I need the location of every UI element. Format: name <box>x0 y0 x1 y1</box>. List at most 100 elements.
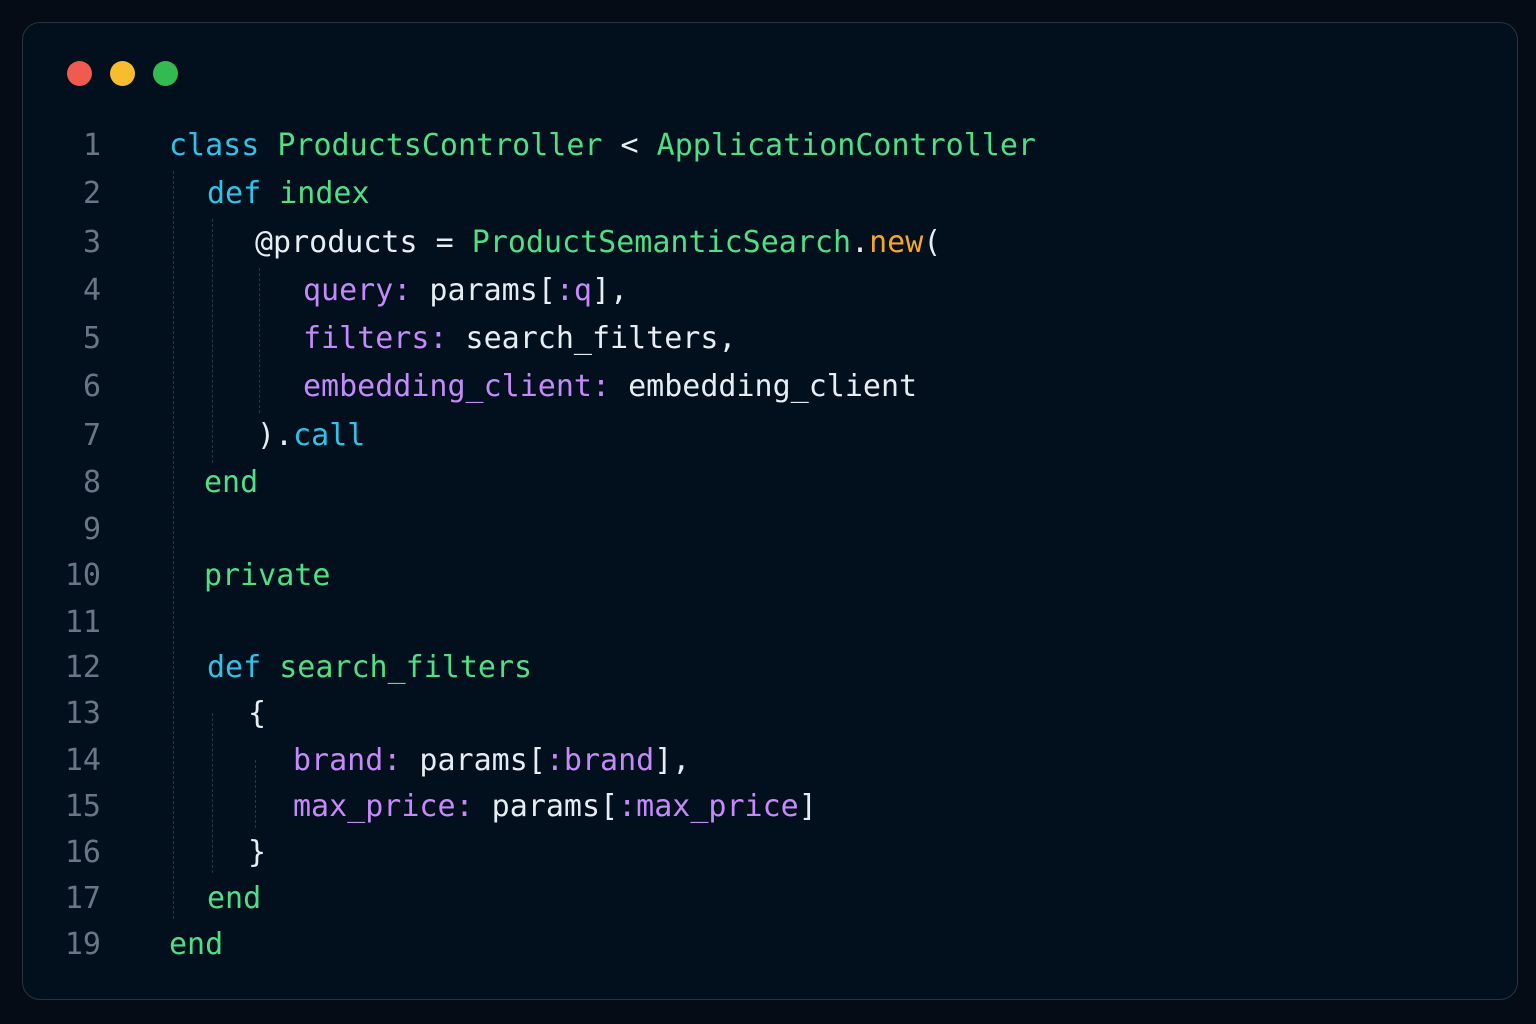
code-token: private <box>204 558 331 593</box>
code-line: 1 class ProductsController < ApplicationC… <box>23 124 1517 168</box>
indent-guide <box>173 171 174 919</box>
code-token: query: <box>303 273 412 308</box>
code-token: new <box>869 225 924 260</box>
indent-guide <box>212 219 213 463</box>
code-token: ProductsController <box>277 128 603 163</box>
code-line: 8 end <box>23 461 1517 505</box>
code-token: call <box>293 418 366 453</box>
code-token: :max_price <box>618 789 799 824</box>
code-token: } <box>248 835 267 870</box>
code-token: embedding_client <box>610 369 918 404</box>
code-line: 13 { <box>23 692 1517 736</box>
code-token: params[ <box>411 273 556 308</box>
code-token: index <box>279 176 370 211</box>
code-text: private <box>204 554 330 598</box>
code-text: embedding_client: embedding_client <box>303 365 917 409</box>
code-line: 17 end <box>23 877 1517 921</box>
code-token: class <box>169 128 260 163</box>
line-number: 5 <box>82 321 101 356</box>
line-number: 14 <box>64 743 101 778</box>
line-number: 16 <box>64 835 101 870</box>
code-token: search_filters <box>279 650 533 685</box>
code-text: { <box>248 692 266 736</box>
line-number: 11 <box>64 605 101 640</box>
code-token: filters: <box>303 321 448 356</box>
code-token: max_price: <box>293 789 474 824</box>
code-token: ProductSemanticSearch <box>471 225 852 260</box>
line-number: 12 <box>64 650 101 685</box>
code-token: = <box>417 225 472 260</box>
code-token: end <box>207 881 262 916</box>
code-token: ). <box>257 418 294 453</box>
line-number: 10 <box>64 558 101 593</box>
code-token: ], <box>592 273 629 308</box>
code-token: search_filters, <box>447 321 737 356</box>
code-text: end <box>204 461 258 505</box>
code-token: :q <box>555 273 592 308</box>
line-number: 6 <box>82 369 101 404</box>
line-number: 19 <box>64 927 101 962</box>
line-number: 15 <box>64 789 101 824</box>
code-token: params[ <box>401 743 546 778</box>
line-number: 13 <box>64 696 101 731</box>
code-token: @products <box>255 225 418 260</box>
code-token: ApplicationController <box>656 128 1036 163</box>
line-number: 8 <box>82 465 101 500</box>
code-text: def search_filters <box>207 646 532 690</box>
line-number: 3 <box>82 225 101 260</box>
code-line: 4 query: params[:q], <box>23 269 1517 313</box>
code-line: 6 embedding_client: embedding_client <box>23 365 1517 409</box>
code-token: def <box>207 176 262 211</box>
code-text: def index <box>207 172 370 216</box>
line-number: 17 <box>64 881 101 916</box>
code-text: @products = ProductSemanticSearch.new( <box>255 221 941 265</box>
code-text: end <box>169 923 223 967</box>
code-token: embedding_client: <box>303 369 611 404</box>
code-text: } <box>248 831 266 875</box>
code-token: { <box>248 696 267 731</box>
code-line: 9 <box>23 508 1517 552</box>
code-line: 10 private <box>23 554 1517 598</box>
code-token: params[ <box>473 789 619 824</box>
code-token: brand: <box>293 743 402 778</box>
code-line: 7).call <box>23 414 1517 458</box>
code-line: 16} <box>23 831 1517 875</box>
code-token: def <box>207 650 262 685</box>
code-line: 11 <box>23 601 1517 645</box>
code-text: class ProductsController < ApplicationCo… <box>169 124 1036 168</box>
code-text: filters: search_filters, <box>303 317 736 361</box>
code-token: end <box>169 927 224 962</box>
code-text: brand: params[:brand], <box>293 739 690 783</box>
code-token: :brand <box>545 743 655 778</box>
code-line: 14 brand: params[:brand], <box>23 739 1517 783</box>
code-line: 15 max_price: params[:max_price] <box>23 785 1517 829</box>
code-line: 3 @products = ProductSemanticSearch.new( <box>23 221 1517 265</box>
code-line: 5 filters: search_filters, <box>23 317 1517 361</box>
line-number: 4 <box>82 273 101 308</box>
code-text: ).call <box>257 414 365 458</box>
code-text: max_price: params[:max_price] <box>293 785 817 829</box>
code-token: ], <box>654 743 691 778</box>
code-line: 2 def index <box>23 172 1517 216</box>
indent-guide <box>212 713 213 873</box>
code-token: end <box>204 465 259 500</box>
line-number: 9 <box>82 512 101 547</box>
code-token: ] <box>798 789 817 824</box>
indent-guide <box>259 268 260 413</box>
code-line: 19 end <box>23 923 1517 967</box>
line-number: 7 <box>82 418 101 453</box>
code-text: end <box>207 877 261 921</box>
code-token: . <box>851 225 870 260</box>
code-line: 12 def search_filters <box>23 646 1517 690</box>
indent-guide <box>255 760 256 828</box>
code-block: 1 class ProductsController < ApplicationC… <box>23 23 1517 999</box>
code-token: ( <box>923 225 942 260</box>
line-number: 2 <box>82 176 101 211</box>
code-window: 1 class ProductsController < ApplicationC… <box>22 22 1518 1000</box>
code-token: < <box>602 128 657 163</box>
line-number: 1 <box>82 128 101 163</box>
code-text: query: params[:q], <box>303 269 628 313</box>
